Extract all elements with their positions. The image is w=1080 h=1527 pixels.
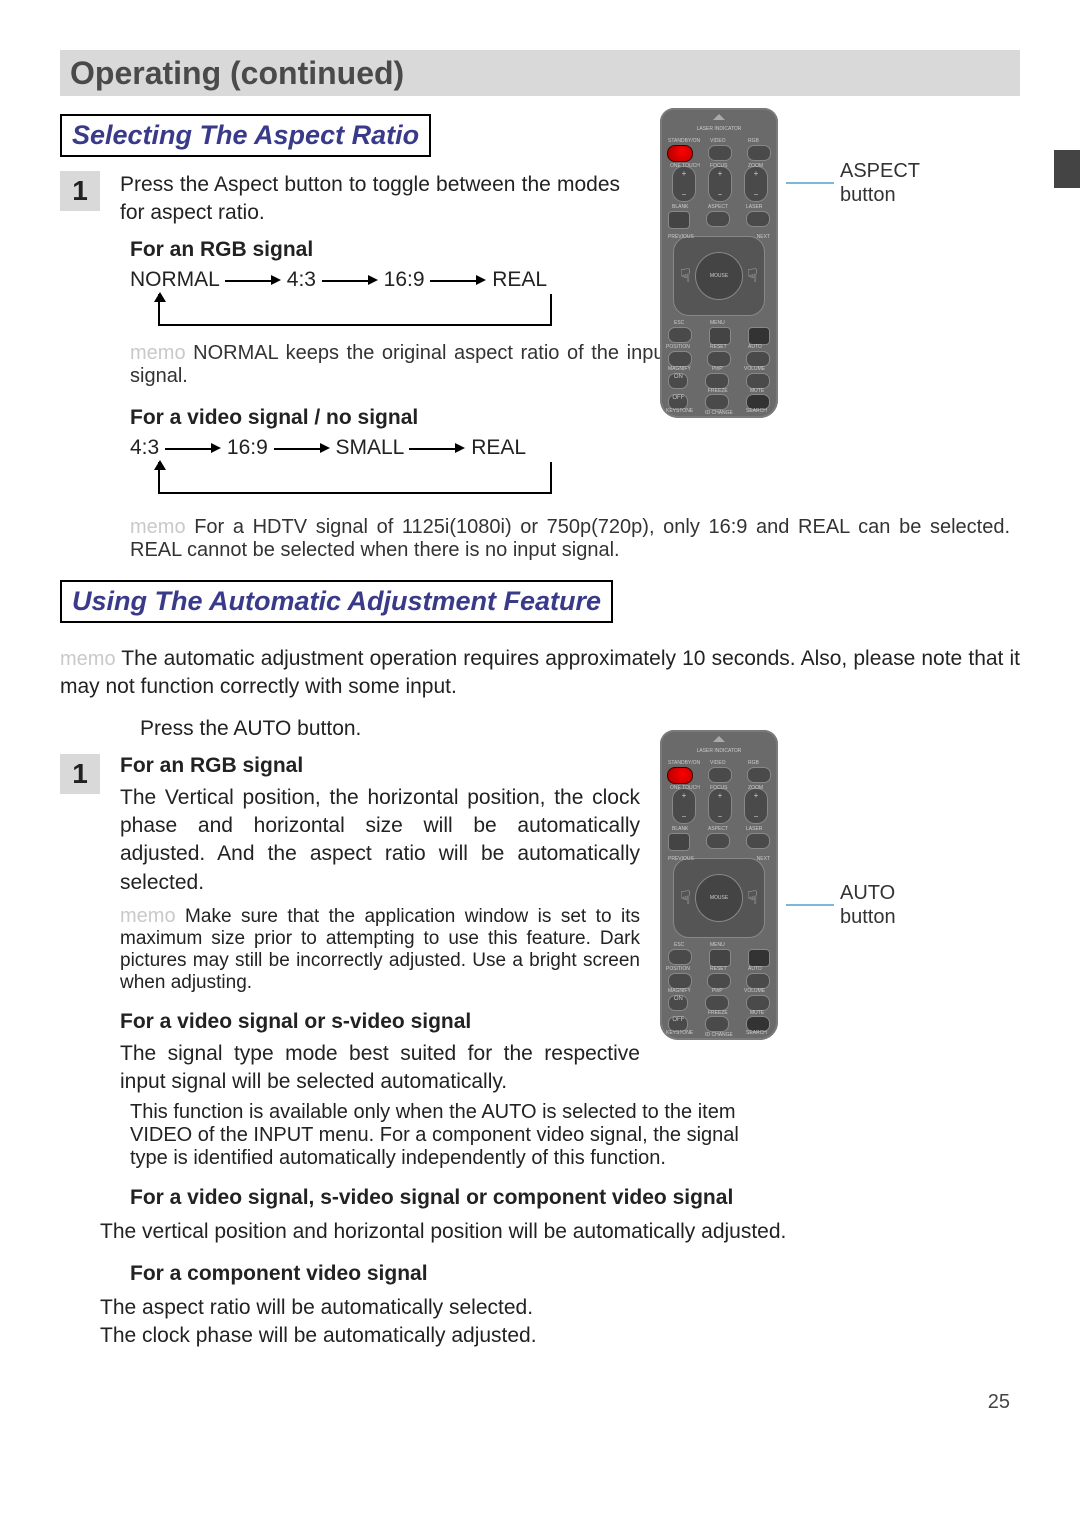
callout-line-icon [786, 904, 834, 906]
blank-button-icon [668, 211, 690, 229]
aspect-callout-1: ASPECT [840, 159, 920, 183]
remote-illustration-2: LASER INDICATOR STANDBY/ON VIDEO RGB ONE… [660, 730, 896, 1040]
memo1-text: NORMAL keeps the original aspect ratio o… [130, 342, 670, 387]
section2-heading: Using The Automatic Adjustment Feature [60, 580, 613, 623]
memo-intro-text: The automatic adjustment operation requi… [60, 647, 1020, 698]
remote-body: LASER INDICATOR STANDBY/ON VIDEO RGB ONE… [660, 730, 778, 1040]
remote-body: LASER INDICATOR STANDBY/ON VIDEO RGB ONE… [660, 108, 778, 418]
auto-callout-1: AUTO [840, 881, 896, 905]
memo-label: memo [130, 342, 186, 364]
memo2-text: For a HDTV signal of 1125i(1080i) or 750… [130, 516, 1010, 561]
memo-label: memo [60, 648, 116, 670]
sub-rgb-heading-2: For an RGB signal [120, 754, 640, 778]
step1a-text: Press the Aspect button to toggle betwee… [120, 171, 620, 228]
page-number: 25 [60, 1391, 1020, 1414]
flow-video: 4:3 16:9 SMALL REAL [130, 436, 670, 460]
step-number-1a: 1 [60, 171, 100, 211]
sub1-text: The Vertical position, the horizontal po… [120, 784, 640, 897]
section1-heading: Selecting The Aspect Ratio [60, 114, 431, 157]
flow-rgb: NORMAL 4:3 16:9 REAL [130, 268, 670, 292]
sub4-text1: The aspect ratio will be automatically s… [100, 1294, 1000, 1322]
standby-on-button-icon [667, 145, 693, 162]
sub-rgb-heading-1: For an RGB signal [130, 238, 670, 262]
sub1-memo-text: Make sure that the application window is… [120, 906, 640, 993]
loopback-arrow-icon [158, 294, 552, 326]
sub2-note: This function is available only when the… [130, 1101, 740, 1170]
standby-on-button-icon [667, 767, 693, 784]
page-title: Operating (continued) [70, 55, 404, 92]
loopback-arrow-icon [158, 462, 552, 494]
sub-video-heading-1: For a video signal / no signal [130, 406, 670, 430]
step2-intro: Press the AUTO button. [140, 715, 361, 743]
aspect-callout-2: button [840, 183, 920, 207]
auto-button-icon [746, 973, 770, 989]
remote-illustration-1: LASER INDICATOR STANDBY/ON VIDEO RGB ONE… [660, 108, 920, 418]
step-number-1b: 1 [60, 754, 100, 794]
sub4-text2: The clock phase will be automatically ad… [100, 1322, 1000, 1350]
memo-label: memo [130, 516, 186, 538]
sub4-heading: For a component video signal [130, 1262, 1010, 1286]
side-tab [1054, 150, 1080, 188]
sub3-heading: For a video signal, s-video signal or co… [130, 1186, 1010, 1210]
sub-video-heading-2: For a video signal or s-video signal [120, 1010, 640, 1034]
auto-callout-2: button [840, 905, 896, 929]
page-title-bar: Operating (continued) [60, 50, 1020, 96]
memo-label: memo [120, 905, 176, 927]
aspect-button-icon [706, 211, 730, 227]
sub3-text: The vertical position and horizontal pos… [100, 1218, 1000, 1246]
callout-line-icon [786, 182, 834, 184]
sub2-text: The signal type mode best suited for the… [120, 1040, 640, 1097]
